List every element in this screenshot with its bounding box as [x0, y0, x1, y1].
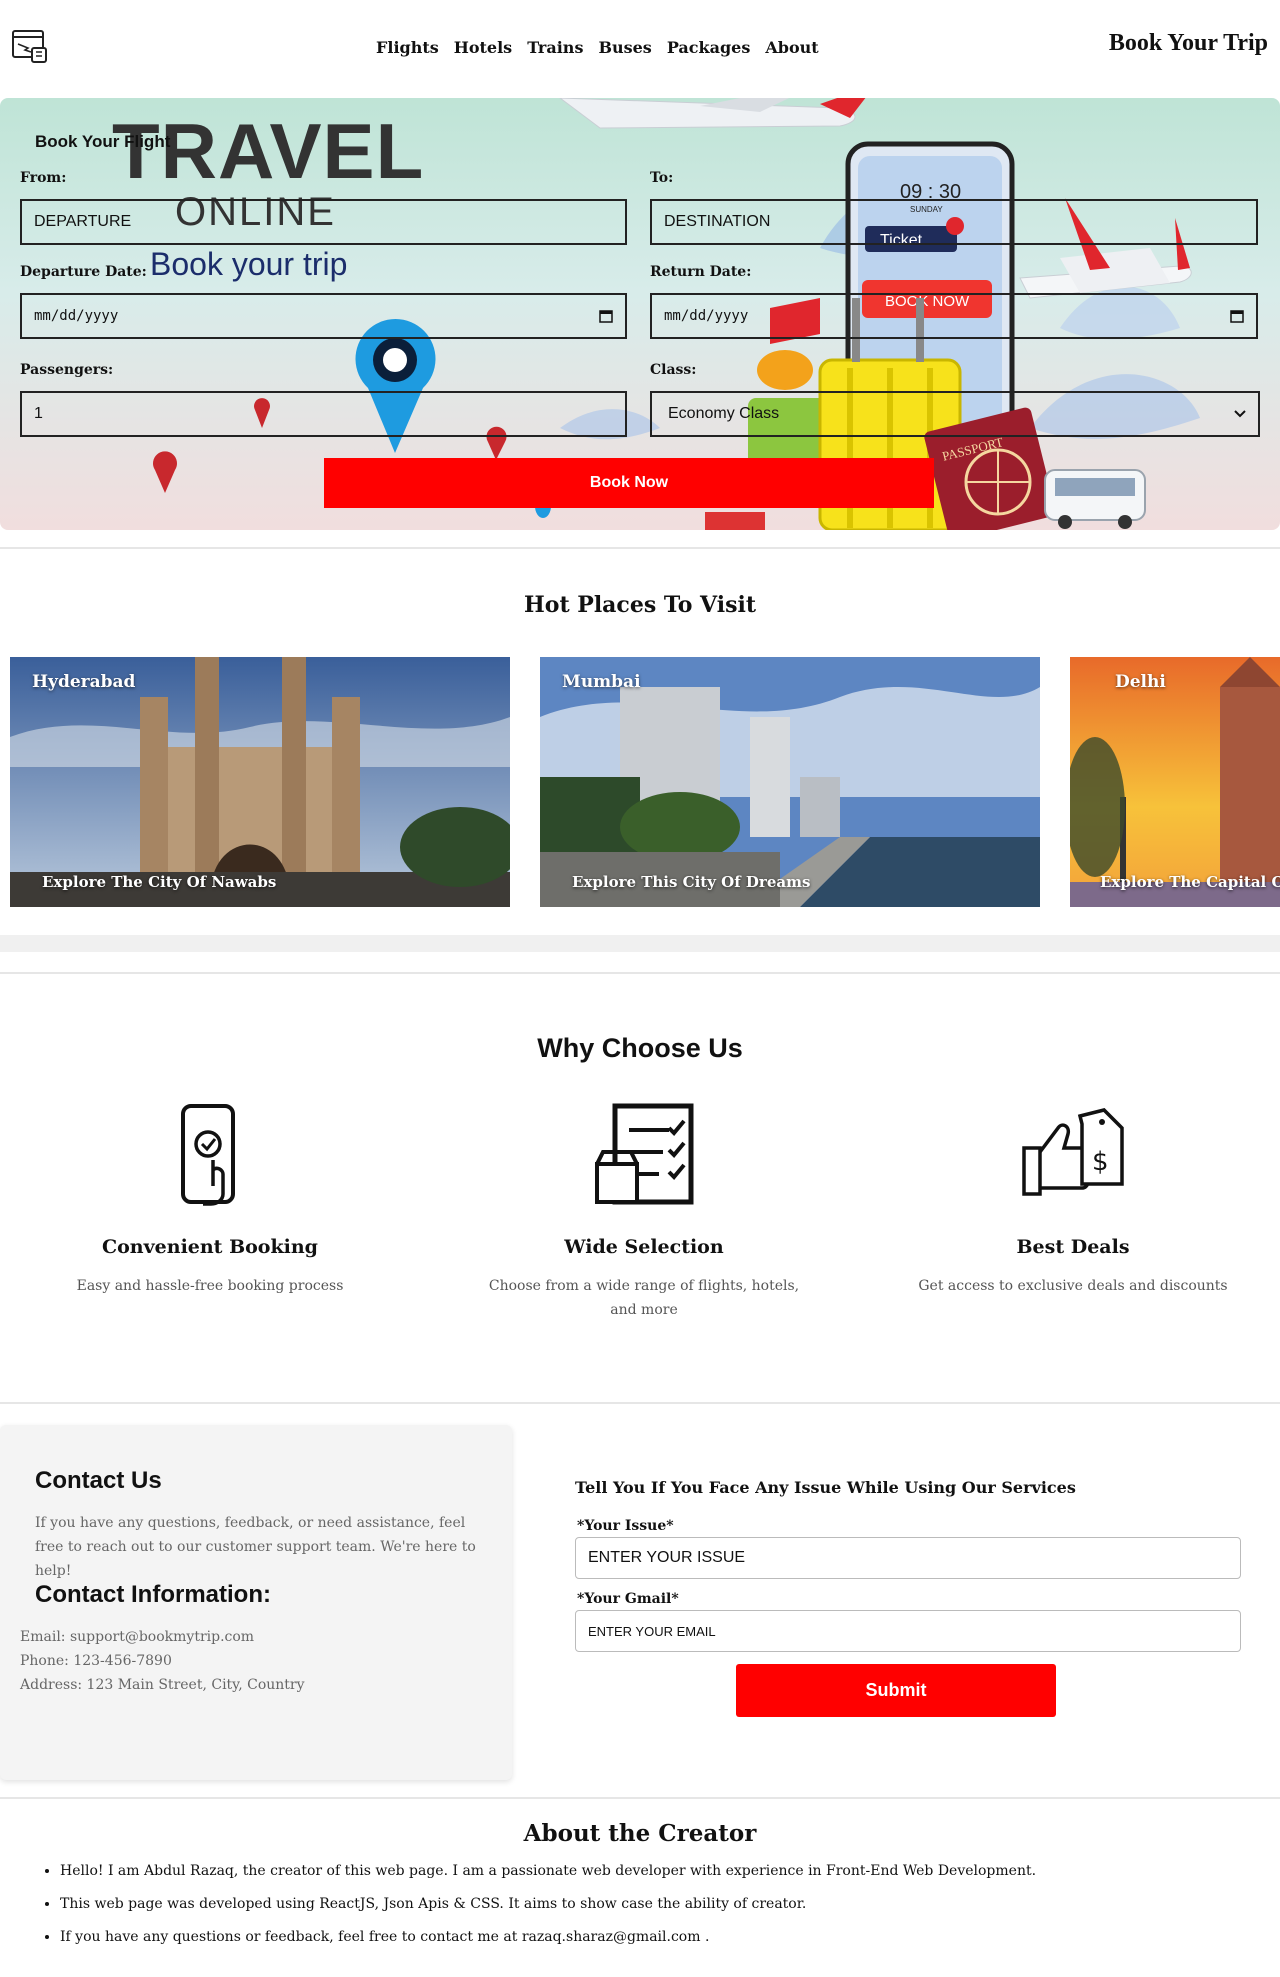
hero-banner: 09 : 30 SUNDAY Ticket BOOK NOW PASSPORT … [0, 98, 1280, 530]
class-select-value: Economy Class [668, 405, 780, 422]
to-label: To: [650, 170, 674, 186]
place-name: Delhi [1115, 672, 1166, 692]
contact-intro: If you have any questions, feedback, or … [35, 1515, 476, 1579]
book-now-button[interactable]: Book Now [324, 458, 934, 508]
nav-link-about[interactable]: About [765, 38, 818, 57]
departure-date-label: Departure Date: [20, 264, 147, 280]
why-heading: Why Choose Us [537, 1033, 743, 1063]
feature-title: Wide Selection [564, 1236, 724, 1258]
delhi-image [1070, 657, 1280, 907]
calendar-icon[interactable] [1230, 309, 1244, 323]
issue-form-title: Tell You If You Face Any Issue While Usi… [575, 1478, 1076, 1497]
nav-link-flights[interactable]: Flights [376, 38, 439, 57]
place-name: Hyderabad [32, 672, 136, 692]
svg-text:$: $ [1092, 1147, 1109, 1177]
place-card-delhi[interactable]: Delhi Explore The Capital Of I [1070, 657, 1280, 907]
place-card-hyderabad[interactable]: Hyderabad Explore The City Of Nawabs [10, 657, 510, 907]
travel-logo-icon[interactable] [10, 26, 50, 66]
brand-title[interactable]: Book Your Trip [1109, 30, 1268, 57]
calendar-icon[interactable] [599, 309, 613, 323]
mumbai-image [540, 657, 1040, 907]
place-tagline: Explore The City Of Nawabs [42, 873, 277, 891]
nav-link-hotels[interactable]: Hotels [454, 38, 512, 57]
place-tagline: Explore The Capital Of I [1100, 873, 1280, 891]
nav-link-trains[interactable]: Trains [527, 38, 583, 57]
hot-places-heading: Hot Places To Visit [524, 592, 756, 618]
form-title: Book Your Flight [35, 132, 171, 151]
return-date-label: Return Date: [650, 264, 752, 280]
feature-title: Convenient Booking [102, 1236, 318, 1258]
contact-heading: Contact Us [35, 1467, 162, 1494]
feature-convenient-booking: Convenient Booking Easy and hassle-free … [40, 1100, 380, 1298]
feature-text: Easy and hassle-free booking process [76, 1278, 344, 1294]
phone-touch-icon [181, 1104, 235, 1206]
list-item[interactable]: If you have any questions or feedback, f… [60, 1928, 1260, 1947]
horizontal-scrollbar[interactable] [0, 935, 1280, 952]
bus-illustration [1044, 469, 1146, 529]
departure-date-input[interactable]: mm/dd/yyyy [20, 293, 627, 339]
section-divider [0, 1797, 1280, 1799]
thumbs-up-tag-icon: $ [1022, 1108, 1124, 1196]
class-select[interactable]: Economy Class [650, 391, 1260, 437]
contact-phone[interactable]: Phone: 123-456-7890 [20, 1649, 172, 1673]
issue-input[interactable]: ENTER YOUR ISSUE [575, 1537, 1241, 1579]
place-name: Mumbai [562, 672, 641, 692]
list-item: Hello! I am Abdul Razaq, the creator of … [60, 1862, 1260, 1881]
class-label: Class: [650, 362, 697, 378]
from-label: From: [20, 170, 67, 186]
passengers-label: Passengers: [20, 362, 114, 378]
submit-button[interactable]: Submit [736, 1664, 1056, 1717]
feature-text: Get access to exclusive deals and discou… [918, 1278, 1228, 1294]
contact-info-heading: Contact Information: [35, 1581, 271, 1608]
nav-link-packages[interactable]: Packages [667, 38, 751, 57]
hyderabad-image [10, 657, 510, 907]
departure-date-value: mm/dd/yyyy [34, 308, 119, 324]
hero-tagline: Book your trip [150, 246, 348, 282]
return-date-input[interactable]: mm/dd/yyyy [650, 293, 1258, 339]
gmail-label: *Your Gmail* [577, 1591, 679, 1607]
nav-links: Flights Hotels Trains Buses Packages Abo… [376, 38, 819, 57]
from-input[interactable]: DEPARTURE [20, 199, 627, 245]
contact-card: Contact Us If you have any questions, fe… [0, 1425, 512, 1780]
place-tagline: Explore This City Of Dreams [572, 873, 811, 891]
to-input[interactable]: DESTINATION [650, 199, 1258, 245]
about-heading: About the Creator [523, 1820, 757, 1847]
section-divider [0, 547, 1280, 549]
feature-wide-selection: Wide Selection Choose from a wide range … [474, 1100, 814, 1322]
top-nav: Flights Hotels Trains Buses Packages Abo… [0, 0, 1280, 96]
contact-address: Address: 123 Main Street, City, Country [20, 1677, 305, 1693]
airplane-top [559, 98, 866, 129]
gmail-input[interactable]: ENTER YOUR EMAIL [575, 1610, 1241, 1652]
nav-link-buses[interactable]: Buses [598, 38, 651, 57]
feature-title: Best Deals [1016, 1236, 1130, 1258]
contact-email[interactable]: Email: support@bookmytrip.com [20, 1625, 254, 1649]
chevron-down-icon [1234, 410, 1246, 418]
feature-best-deals: $ Best Deals Get access to exclusive dea… [903, 1100, 1243, 1298]
issue-label: *Your Issue* [577, 1518, 674, 1534]
feature-text: Choose from a wide range of flights, hot… [488, 1278, 800, 1318]
return-date-value: mm/dd/yyyy [664, 308, 749, 324]
checklist-store-icon [595, 1103, 694, 1205]
section-divider [0, 1402, 1280, 1404]
section-divider [0, 972, 1280, 974]
place-card-mumbai[interactable]: Mumbai Explore This City Of Dreams [540, 657, 1040, 907]
passengers-input[interactable]: 1 [20, 391, 627, 437]
list-item: This web page was developed using ReactJ… [60, 1895, 1260, 1914]
about-list: Hello! I am Abdul Razaq, the creator of … [60, 1862, 1260, 1961]
